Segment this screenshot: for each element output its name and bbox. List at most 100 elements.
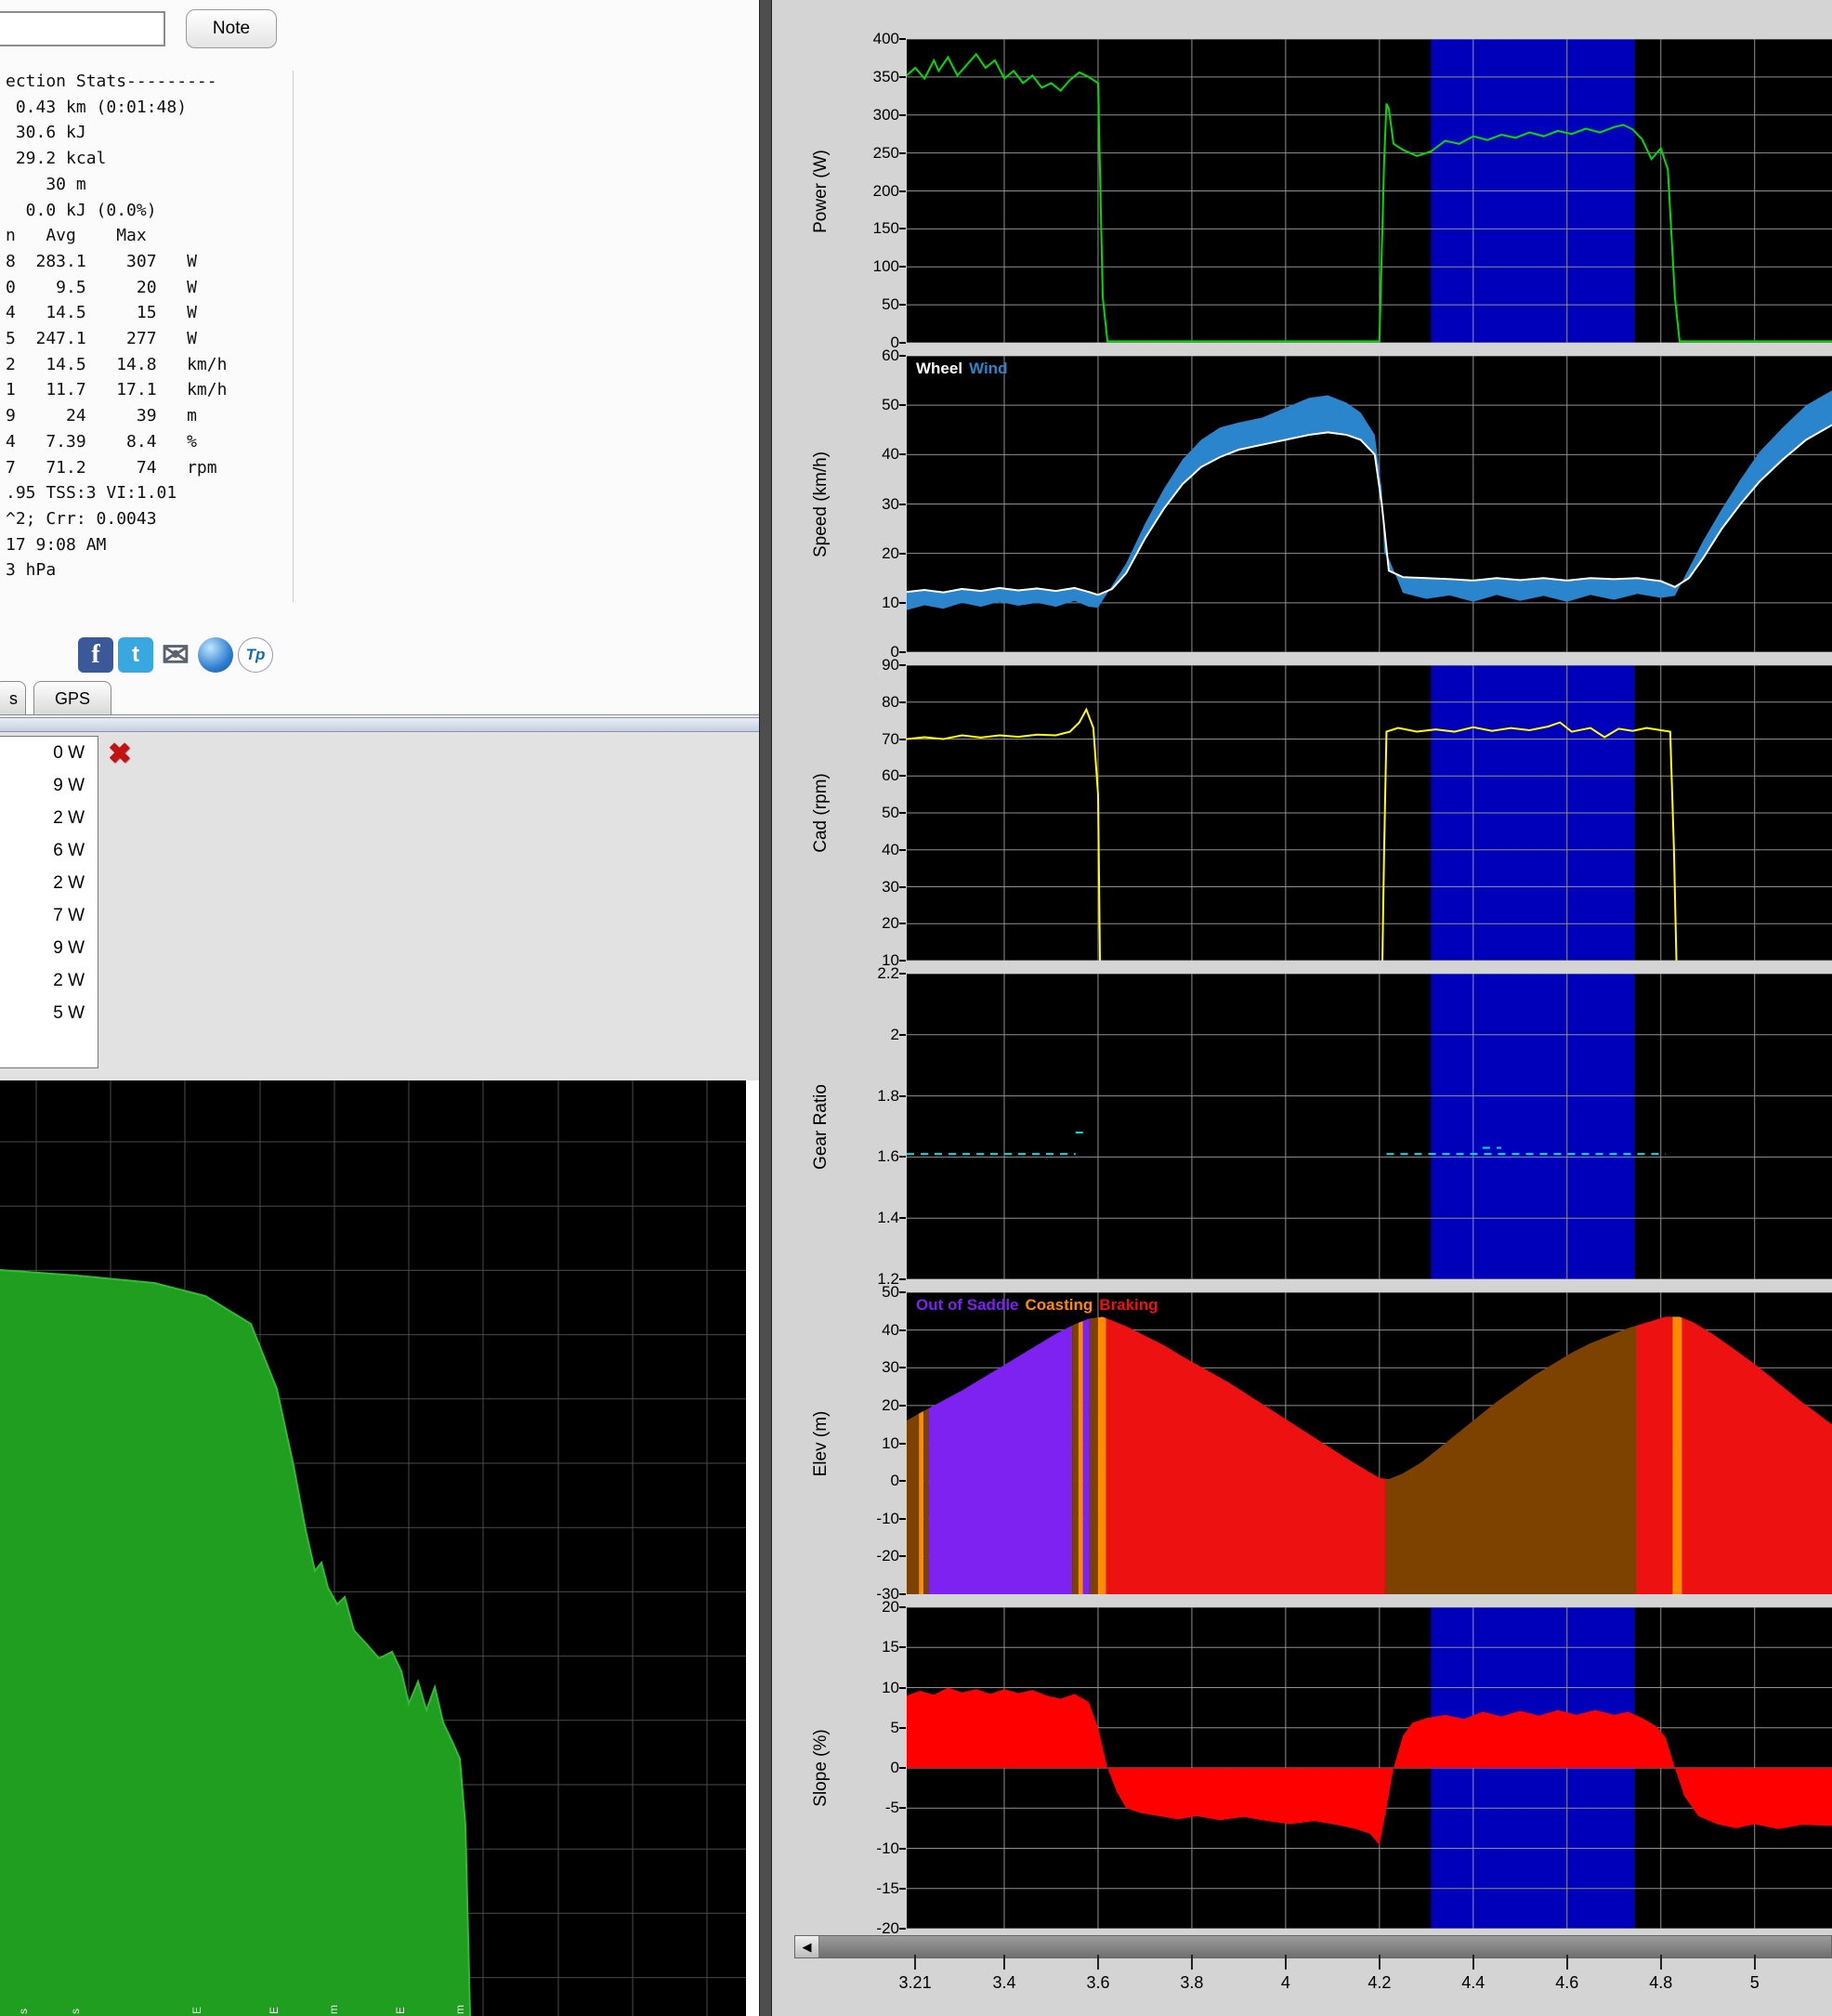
trainingpeaks-icon[interactable]: Tp — [238, 637, 273, 673]
x-tick-label: 4.6 — [1530, 1973, 1604, 1993]
google-earth-icon[interactable] — [198, 637, 233, 673]
mail-icon[interactable]: ✉ — [158, 637, 193, 673]
y-tick — [899, 1217, 906, 1219]
y-tick — [899, 304, 906, 306]
tab-partial[interactable]: s — [0, 681, 26, 715]
y-tick-label: 1.8 — [844, 1088, 899, 1105]
power-list-item[interactable]: 9 W — [0, 769, 98, 802]
y-tick-label: 90 — [844, 657, 899, 674]
y-tick-label: 60 — [844, 347, 899, 364]
y-tick-label: -20 — [844, 1920, 899, 1937]
wheel-legend: Wheel — [916, 360, 962, 377]
y-tick-label: -10 — [844, 1511, 899, 1527]
y-tick — [899, 342, 906, 344]
y-tick-label: 5 — [844, 1720, 899, 1736]
y-tick — [899, 404, 906, 406]
twitter-icon[interactable]: t — [118, 637, 153, 673]
stats-line: 17 9:08 AM — [6, 532, 227, 558]
y-tick-label: 10 — [844, 1680, 899, 1696]
power-list-item[interactable]: 2 W — [0, 867, 98, 899]
stats-line: ection Stats--------- — [6, 69, 227, 95]
x-scrollbar[interactable]: ◀ — [794, 1935, 1832, 1958]
power-list-item[interactable]: 9 W — [0, 932, 98, 964]
y-tick-label: 20 — [844, 1397, 899, 1414]
stats-line: 9 24 39 m — [6, 403, 227, 429]
note-input[interactable] — [0, 11, 165, 46]
power-list-item[interactable]: 6 W — [0, 834, 98, 867]
y-tick-label: 80 — [844, 694, 899, 711]
x-tick — [1285, 1955, 1287, 1970]
gear-chart-plot[interactable] — [907, 974, 1832, 1279]
section-stats: ection Stats--------- 0.43 km (0:01:48) … — [6, 69, 227, 583]
y-tick-label: 1.4 — [844, 1210, 899, 1226]
y-tick — [899, 664, 906, 666]
tab-bar-line — [0, 714, 759, 715]
y-tick — [899, 114, 906, 116]
gear-axis-title: Gear Ratio — [811, 1084, 831, 1170]
scrollbar-thumb[interactable] — [819, 1936, 1831, 1957]
scroll-left-button[interactable]: ◀ — [795, 1936, 819, 1957]
y-tick — [899, 266, 906, 268]
stats-line: 5 247.1 277 W — [6, 326, 227, 352]
y-tick-label: -15 — [844, 1880, 899, 1897]
y-tick-label: 30 — [844, 879, 899, 896]
y-tick — [899, 1807, 906, 1809]
power-list-item[interactable]: 2 W — [0, 964, 98, 997]
y-tick-label: 15 — [844, 1639, 899, 1656]
tab-gps[interactable]: GPS — [33, 681, 111, 715]
horizontal-splitter[interactable] — [0, 717, 759, 732]
profile-chart[interactable] — [0, 1080, 746, 2016]
y-tick — [899, 76, 906, 78]
y-tick — [899, 1034, 906, 1036]
y-tick-label: 50 — [844, 397, 899, 413]
y-tick-label: 50 — [844, 805, 899, 821]
y-tick-label: 40 — [844, 446, 899, 463]
x-tick — [1566, 1955, 1568, 1970]
y-tick-label: 1.6 — [844, 1148, 899, 1165]
y-tick — [899, 453, 906, 455]
y-tick-label: 70 — [844, 731, 899, 748]
note-button[interactable]: Note — [186, 9, 277, 48]
y-tick-label: -10 — [844, 1840, 899, 1857]
power-list[interactable]: 0 W9 W2 W6 W2 W7 W9 W2 W5 W — [0, 736, 98, 1068]
elev-chart-plot[interactable] — [907, 1292, 1832, 1594]
y-tick — [899, 960, 906, 962]
y-tick — [899, 355, 906, 357]
x-tick-label: 3.6 — [1061, 1973, 1135, 1993]
y-tick — [899, 1443, 906, 1445]
x-tick — [1660, 1955, 1662, 1970]
x-tick-label: 4 — [1249, 1973, 1323, 1993]
y-tick-label: 350 — [844, 69, 899, 85]
stats-line: 1 11.7 17.1 km/h — [6, 377, 227, 403]
speed-chart-plot[interactable] — [907, 356, 1832, 652]
facebook-icon[interactable]: f — [78, 637, 113, 673]
delete-icon[interactable]: ✖ — [108, 738, 131, 770]
y-tick-label: 400 — [844, 31, 899, 47]
stats-line: 2 14.5 14.8 km/h — [6, 352, 227, 378]
vertical-splitter[interactable] — [759, 0, 772, 2016]
power-list-item[interactable]: 0 W — [0, 737, 98, 769]
y-tick — [899, 228, 906, 229]
y-tick-label: 30 — [844, 496, 899, 513]
cad-chart-plot[interactable] — [907, 665, 1832, 961]
y-tick — [899, 739, 906, 740]
x-tick-label: 4.4 — [1436, 1973, 1511, 1993]
y-tick-label: 20 — [844, 915, 899, 932]
elev-legend: Out of SaddleCoastingBraking — [916, 1296, 1165, 1315]
left-panel-lower-background — [0, 732, 759, 1080]
out-of-saddle-legend: Out of Saddle — [916, 1296, 1019, 1314]
x-tick-label: 4.8 — [1624, 1973, 1698, 1993]
power-chart-plot[interactable] — [907, 39, 1832, 343]
axis-label-fragment: m — [453, 2005, 466, 2014]
y-tick-label: 0 — [844, 1760, 899, 1776]
power-list-item[interactable]: 7 W — [0, 899, 98, 932]
y-tick — [899, 849, 906, 851]
power-list-item[interactable]: 2 W — [0, 802, 98, 834]
slope-chart-plot[interactable] — [907, 1607, 1832, 1929]
coasting-legend: Coasting — [1026, 1296, 1093, 1314]
axis-label-fragment: s — [69, 2009, 82, 2014]
axis-label-fragment: m — [327, 2005, 340, 2014]
power-list-item[interactable]: 5 W — [0, 997, 98, 1029]
y-tick-label: 30 — [844, 1359, 899, 1376]
stats-line: 30 m — [6, 172, 227, 198]
